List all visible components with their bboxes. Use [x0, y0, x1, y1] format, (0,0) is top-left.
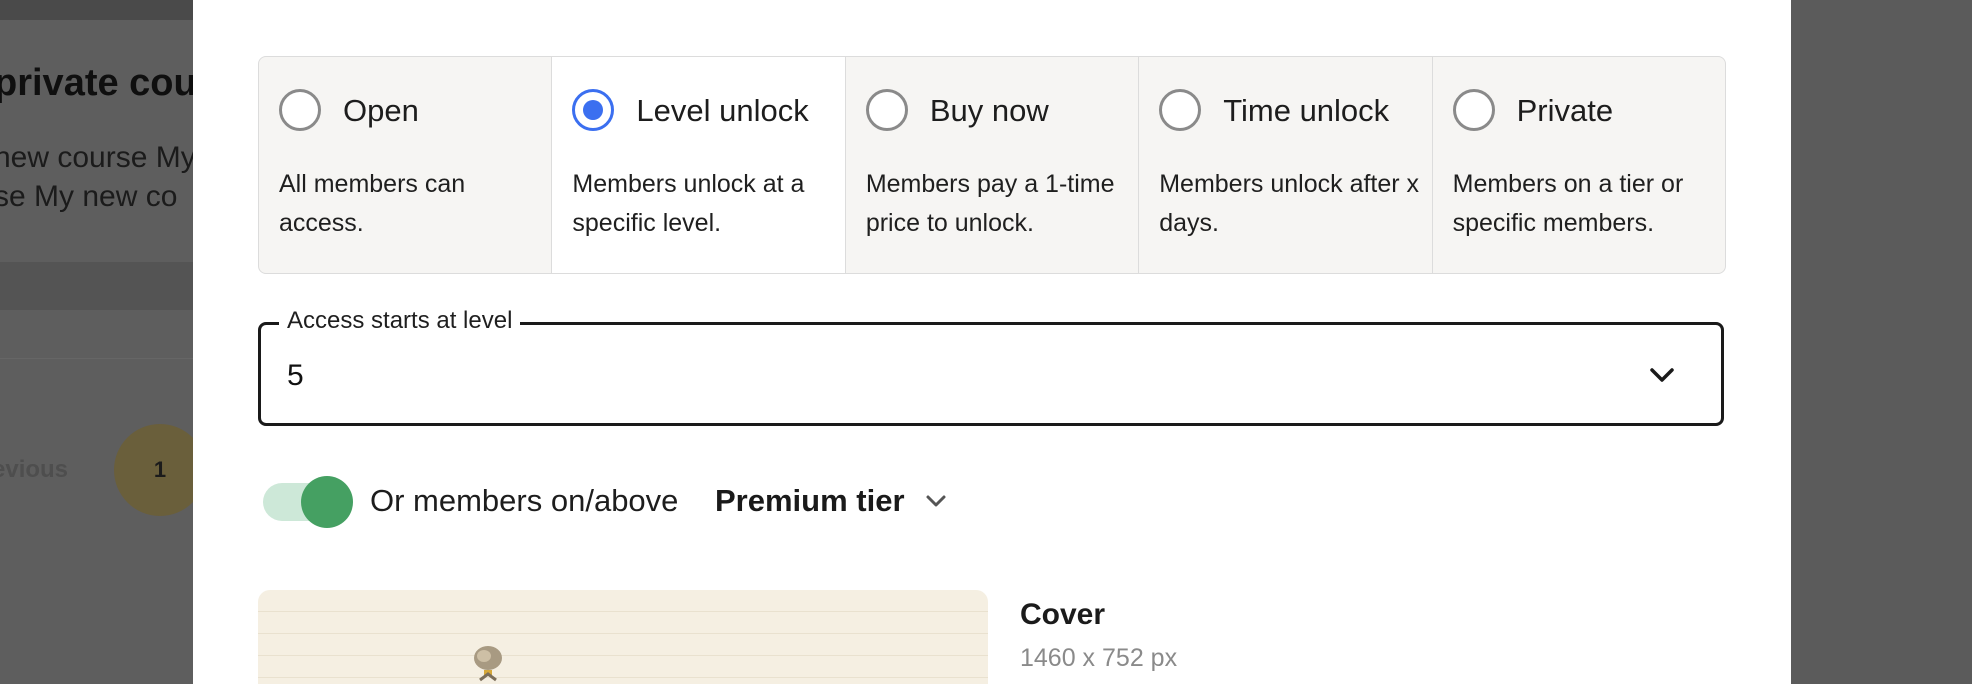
tier-select-value: Premium tier: [715, 483, 905, 518]
access-option-time-unlock[interactable]: Time unlock Members unlock after x days.: [1139, 57, 1433, 273]
access-option-private[interactable]: Private Members on a tier or specific me…: [1433, 57, 1725, 273]
tier-toggle-label: Or members on/above: [370, 483, 679, 518]
access-option-label: Open: [343, 93, 419, 128]
radio-private[interactable]: [1452, 89, 1495, 131]
access-option-description: Members on a tier or specific members.: [1452, 170, 1684, 237]
access-option-buy-now[interactable]: Buy now Members pay a 1-time price to un…: [846, 57, 1140, 273]
chevron-down-icon: [1650, 368, 1674, 382]
access-option-level-unlock[interactable]: Level unlock Members unlock at a specifi…: [552, 57, 846, 273]
radio-buy-now[interactable]: [865, 89, 908, 131]
background-strip: [0, 262, 200, 310]
access-level-value: 5: [287, 359, 304, 392]
access-type-options: Open All members can access. Level unloc…: [258, 56, 1726, 274]
radio-time-unlock[interactable]: [1159, 89, 1202, 131]
access-option-open[interactable]: Open All members can access.: [259, 57, 553, 273]
background-course-title: private cou: [0, 62, 197, 104]
access-level-select[interactable]: Access starts at level 5: [258, 307, 1724, 426]
background-divider: [0, 358, 200, 359]
background-course-description: new course My se My new co: [0, 138, 204, 216]
background-description-line: se My new co: [0, 180, 178, 213]
access-level-label: Access starts at level: [279, 307, 521, 335]
tier-select-dropdown[interactable]: Premium tier: [715, 478, 947, 524]
toggle-thumb: [301, 476, 353, 528]
chevron-down-icon: [926, 495, 946, 507]
radio-open[interactable]: [279, 89, 321, 131]
radio-level-unlock[interactable]: [572, 89, 615, 131]
background-previous-link: evious: [0, 456, 69, 483]
cover-illustration: [474, 646, 502, 682]
background-description-line: new course My: [0, 141, 196, 174]
course-settings-modal: Open All members can access. Level unloc…: [193, 0, 1791, 684]
access-option-label: Time unlock: [1223, 93, 1390, 128]
cover-title: Cover: [1020, 598, 1106, 631]
access-option-description: All members can access.: [279, 170, 466, 237]
access-option-label: Private: [1516, 93, 1614, 128]
access-option-description: Members unlock at a specific level.: [572, 170, 805, 237]
access-option-label: Buy now: [929, 93, 1049, 128]
tier-access-toggle[interactable]: [263, 476, 355, 528]
access-option-label: Level unlock: [636, 93, 809, 128]
cover-image-preview[interactable]: [258, 590, 988, 684]
cover-dimensions: 1460 x 752 px: [1020, 644, 1178, 672]
background-right-overlay: [1791, 0, 1972, 684]
access-option-description: Members unlock after x days.: [1159, 170, 1420, 237]
access-option-description: Members pay a 1-time price to unlock.: [865, 170, 1115, 237]
